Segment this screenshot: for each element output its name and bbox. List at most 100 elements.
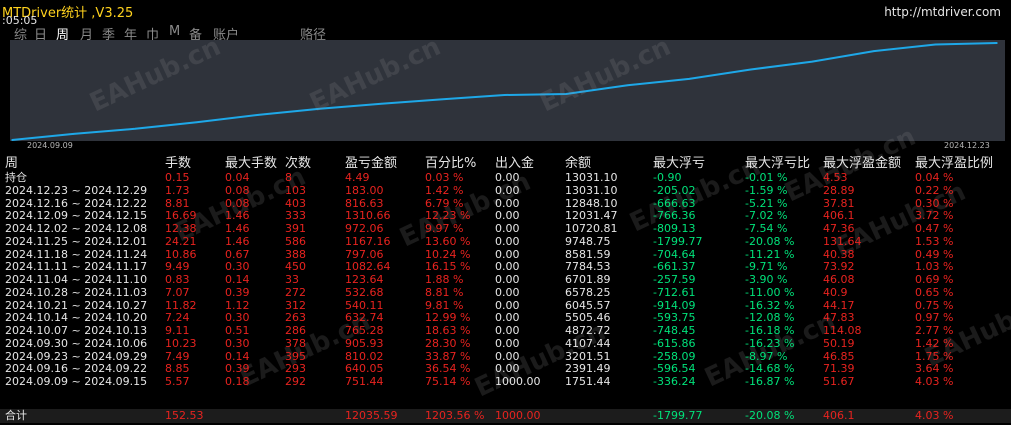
table-cell: 905.93 [345, 336, 384, 350]
table-cell: 12.38 [165, 222, 197, 235]
table-cell: -14.68 % [745, 362, 795, 376]
column-header[interactable]: 手数 [165, 156, 191, 172]
table-cell: 1.03 % [915, 260, 954, 274]
table-row[interactable]: 2024.12.23 ~ 2024.12.29 1.73 0.08 103 183.00… [0, 183, 1011, 197]
column-header[interactable]: 余额 [565, 156, 591, 172]
table-cell: 0.18 [225, 375, 250, 388]
table-cell: 1.88 % [425, 273, 464, 286]
table-cell: 0.30 [225, 311, 250, 325]
table-cell: 9.11 [165, 324, 190, 337]
column-header[interactable]: 最大浮亏比 [745, 156, 810, 172]
table-cell: 312 [285, 298, 306, 312]
table-cell: 2024.11.25 ~ 2024.12.01 [5, 234, 148, 248]
table-cell: 46.08 [823, 273, 855, 286]
table-cell: 1000.00 [495, 375, 541, 388]
table-cell: 9.97 % [425, 222, 464, 235]
table-cell: 816.63 [345, 196, 384, 210]
column-header[interactable]: 最大浮盈比例 [915, 156, 993, 172]
table-cell: 0.14 [225, 273, 250, 286]
table-cell: 4.03 % [915, 375, 954, 388]
table-row[interactable]: 2024.12.16 ~ 2024.12.22 8.81 0.08 403 816.63… [0, 196, 1011, 210]
table-cell: 0.67 [225, 247, 250, 261]
table-cell: 632.74 [345, 311, 384, 325]
table-cell: 123.64 [345, 273, 384, 286]
table-cell: 8.81 [165, 196, 190, 210]
table-cell: -7.54 % [745, 222, 788, 235]
table-cell: 7784.53 [565, 260, 611, 274]
table-cell: 1.12 [225, 298, 250, 312]
table-cell: 540.11 [345, 298, 384, 312]
table-cell: -12.08 % [745, 311, 795, 325]
column-header[interactable]: 最大浮盈金额 [823, 156, 901, 172]
table-cell: 47.36 [823, 222, 855, 235]
table-cell: 0.00 [495, 311, 520, 325]
column-header[interactable]: 最大手数 [225, 156, 277, 172]
table-cell: 16.15 % [425, 260, 471, 274]
column-header[interactable]: 盈亏金额 [345, 156, 397, 172]
table-cell: 7.24 [165, 311, 190, 325]
table-cell: 0.65 % [915, 285, 954, 299]
position-row[interactable]: 持仓 0.15 0.04 8 4.49 0.03 % 0.00 13031.10 -0.90 -0… [0, 172, 1011, 184]
table-cell: 0.15 [165, 171, 190, 184]
table-cell: 9.49 [165, 260, 190, 274]
balance-point [319, 108, 321, 110]
table-row[interactable]: 2024.10.14 ~ 2024.10.20 7.24 0.30 263 632.74… [0, 312, 1011, 324]
table-cell: 40.9 [823, 285, 848, 299]
total-cell: 1203.56 % [425, 409, 485, 422]
balance-point [811, 60, 814, 63]
table-row[interactable]: 2024.11.18 ~ 2024.11.24 10.86 0.67 388 797.0… [0, 247, 1011, 261]
table-cell: 2024.10.07 ~ 2024.10.13 [5, 324, 148, 337]
table-cell: 0.04 % [915, 171, 954, 184]
table-cell: -0.01 % [745, 171, 788, 184]
table-cell: 1.46 [225, 234, 250, 248]
table-cell: 8.85 [165, 362, 190, 376]
table-row[interactable]: 2024.09.30 ~ 2024.10.06 10.23 0.30 378 905.9… [0, 336, 1011, 350]
tab-m[interactable]: M [169, 24, 180, 39]
table-cell: 3.72 % [915, 209, 954, 223]
column-header[interactable]: 百分比% [425, 156, 476, 172]
table-row[interactable]: 2024.12.09 ~ 2024.12.15 16.69 1.46 333 1310.… [0, 210, 1011, 222]
table-row[interactable]: 2024.09.16 ~ 2024.09.22 8.85 0.39 293 640.05… [0, 363, 1011, 375]
table-row[interactable]: 2024.10.07 ~ 2024.10.13 9.11 0.51 286 765.28… [0, 325, 1011, 337]
table-cell: 13031.10 [565, 171, 618, 184]
balance-point [380, 102, 383, 105]
table-cell: 1167.16 [345, 234, 391, 248]
table-cell: 1.53 % [915, 234, 954, 248]
table-row[interactable]: 2024.09.23 ~ 2024.09.29 7.49 0.14 395 810.02… [0, 349, 1011, 363]
table-cell: -766.36 [653, 209, 696, 223]
table-row[interactable]: 2024.11.04 ~ 2024.11.10 0.83 0.14 33 123.64 1… [0, 274, 1011, 286]
table-cell: 810.02 [345, 349, 384, 363]
table-cell: -205.02 [653, 183, 696, 197]
site-url-link[interactable]: http://mtdriver.com [884, 5, 1001, 19]
table-cell: -8.97 % [745, 349, 788, 363]
column-header[interactable]: 最大浮亏 [653, 156, 705, 172]
table-row[interactable]: 2024.11.11 ~ 2024.11.17 9.49 0.30 450 1082.6… [0, 261, 1011, 273]
table-cell: -20.08 % [745, 234, 795, 248]
column-header[interactable]: 出入金 [495, 156, 534, 172]
table-cell: 50.19 [823, 336, 855, 350]
table-cell: 797.06 [345, 247, 384, 261]
table-row[interactable]: 2024.12.02 ~ 2024.12.08 12.38 1.46 391 972.0… [0, 223, 1011, 235]
table-row[interactable]: 2024.11.25 ~ 2024.12.01 24.21 1.46 586 1167.… [0, 234, 1011, 248]
table-cell: 0.49 % [915, 247, 954, 261]
table-cell: 16.69 [165, 209, 197, 223]
table-row[interactable]: 2024.09.09 ~ 2024.09.15 5.57 0.18 292 751.44… [0, 376, 1011, 388]
table-cell: -16.18 % [745, 324, 795, 337]
table-cell: 0.00 [495, 234, 520, 248]
table-cell: 18.63 % [425, 324, 471, 337]
table-cell: 28.89 [823, 183, 855, 197]
table-cell: 9748.75 [565, 234, 611, 248]
total-cell: 406.1 [823, 409, 855, 422]
table-cell: -596.54 [653, 362, 696, 376]
column-header[interactable]: 次数 [285, 156, 311, 172]
balance-point [72, 133, 75, 135]
table-row[interactable]: 2024.10.28 ~ 2024.11.03 7.07 0.39 272 532.68… [0, 285, 1011, 299]
table-row[interactable]: 2024.10.21 ~ 2024.10.27 11.82 1.12 312 540.1… [0, 298, 1011, 312]
table-cell: 4.53 [823, 171, 848, 184]
table-cell: 2024.12.23 ~ 2024.12.29 [5, 183, 148, 197]
balance-point [750, 68, 752, 71]
table-cell: 406.1 [823, 209, 855, 223]
table-cell: 2.77 % [915, 324, 954, 337]
column-header[interactable]: 周 [5, 156, 18, 172]
table-cell: -704.64 [653, 247, 696, 261]
